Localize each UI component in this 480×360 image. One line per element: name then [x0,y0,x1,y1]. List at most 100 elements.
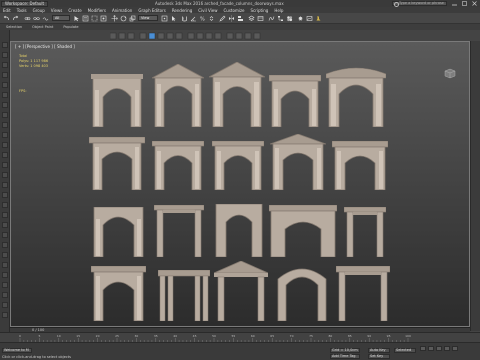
key-filter-dropdown[interactable]: Selected [394,348,416,353]
maxscript-listener[interactable]: Welcome to M [2,348,32,353]
schematic-view-icon[interactable] [277,15,284,22]
rotate-icon[interactable] [120,15,127,22]
next-frame-icon[interactable] [444,346,450,351]
menu-animation[interactable]: Animation [112,8,132,13]
select-by-name-icon[interactable] [82,15,89,22]
arch-model[interactable] [269,205,337,257]
strip-button[interactable] [2,192,8,198]
previous-frame-icon[interactable] [428,346,434,351]
bind-space-warp-icon[interactable] [42,15,49,22]
toggle-ribbon-icon[interactable] [257,15,264,22]
strip-button[interactable] [2,102,8,108]
redo-icon[interactable] [12,15,19,22]
strip-button[interactable] [2,182,8,188]
strip-button[interactable] [2,142,8,148]
arch-model[interactable] [214,204,264,257]
window-crossing-icon[interactable] [100,15,107,22]
minimize-icon[interactable] [451,1,458,6]
arch-model[interactable] [344,207,386,257]
viewport-label[interactable]: [ + ] [Perspective ] [ Shaded ] [15,44,75,49]
arch-model[interactable] [91,72,143,127]
arch-model[interactable] [154,205,204,257]
menu-rendering[interactable]: Rendering [172,8,192,13]
menu-group[interactable]: Group [33,8,45,13]
menu-customize[interactable]: Customize [224,8,245,13]
menu-graph-editors[interactable]: Graph Editors [138,8,165,13]
arch-model[interactable] [91,266,146,321]
strip-button[interactable] [2,72,8,78]
strip-button[interactable] [2,42,8,48]
layer-explorer-icon[interactable] [248,15,255,22]
arch-model[interactable] [158,270,210,321]
rendered-frame-window-icon[interactable] [306,15,313,22]
unlink-icon[interactable] [33,15,40,22]
menu-create[interactable]: Create [68,8,81,13]
strip-button[interactable] [2,162,8,168]
strip-button[interactable] [2,52,8,58]
set-key-button[interactable]: Set Key [368,354,390,359]
arch-model[interactable] [91,207,146,257]
undo-icon[interactable] [3,15,10,22]
workspace-dropdown[interactable]: Workspace: Default [1,0,49,7]
tab-populate[interactable]: Populate [63,25,78,29]
menu-views[interactable]: Views [51,8,63,13]
menu-scripting[interactable]: Scripting [251,8,269,13]
strip-button[interactable] [2,282,8,288]
strip-button[interactable] [2,62,8,68]
menu-edit[interactable]: Edit [3,8,11,13]
strip-button[interactable] [2,232,8,238]
select-manipulate-icon[interactable] [170,15,177,22]
reference-coordinate-dropdown[interactable]: View [138,15,158,21]
search-input[interactable]: Type a keyword or phrase [392,1,447,7]
strip-button[interactable] [2,312,8,318]
arch-model[interactable] [326,66,386,127]
track-bar[interactable]: 0 5 10 15 20 25 30 35 40 45 50 55 60 65 70 75 80 85 90 95 10… [0,332,480,342]
strip-button[interactable] [2,292,8,298]
arch-model[interactable] [152,141,204,190]
snaps-toggle-icon[interactable]: 3 [181,15,188,22]
tab-object-paint[interactable]: Object Paint [32,25,53,29]
strip-button[interactable] [2,82,8,88]
arch-model[interactable] [332,141,388,190]
selection-filter-dropdown[interactable]: All [52,15,70,21]
render-production-icon[interactable] [315,15,322,22]
arch-model[interactable] [209,62,265,127]
select-object-icon[interactable] [73,15,80,22]
menu-civil-view[interactable]: Civil View [198,8,217,13]
arch-model[interactable] [89,137,145,190]
strip-button[interactable] [2,272,8,278]
arch-model[interactable] [270,134,326,190]
strip-button[interactable] [2,122,8,128]
add-time-tag-button[interactable]: Add Time Tag [330,354,360,359]
arch-model[interactable] [336,266,390,321]
pivot-center-icon[interactable] [161,15,168,22]
go-to-end-icon[interactable] [452,346,458,351]
scale-icon[interactable] [129,15,136,22]
tab-selection[interactable]: Selection [6,25,22,29]
edit-named-selection-icon[interactable] [219,15,226,22]
strip-button[interactable] [2,212,8,218]
arch-model[interactable] [152,64,204,127]
link-icon[interactable] [24,15,31,22]
spinner-snap-icon[interactable] [208,15,215,22]
command-panel[interactable] [470,41,480,331]
align-icon[interactable] [237,15,244,22]
auto-key-button[interactable]: Auto Key [368,348,390,353]
strip-button[interactable] [2,302,8,308]
strip-button[interactable] [2,222,8,228]
close-icon[interactable] [471,1,478,6]
menu-tools[interactable]: Tools [17,8,27,13]
maximize-icon[interactable] [461,1,468,6]
curve-editor-icon[interactable] [268,15,275,22]
go-to-start-icon[interactable] [420,346,426,351]
viewcube-icon[interactable] [443,67,457,79]
render-setup-icon[interactable] [297,15,304,22]
material-editor-icon[interactable] [286,15,293,22]
menu-help[interactable]: Help [274,8,283,13]
strip-button[interactable] [2,202,8,208]
strip-button[interactable] [2,132,8,138]
strip-button[interactable] [2,152,8,158]
strip-button[interactable] [2,92,8,98]
strip-button[interactable] [2,242,8,248]
menu-modifiers[interactable]: Modifiers [88,8,106,13]
